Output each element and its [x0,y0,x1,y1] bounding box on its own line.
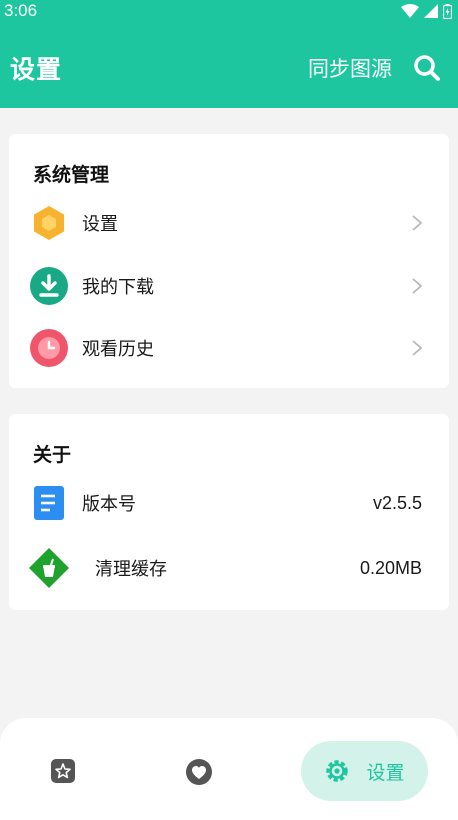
cache-size-value: 0.20MB [359,557,422,578]
wifi-icon [401,4,419,18]
heart-icon [185,758,212,785]
chevron-right-icon [412,215,423,231]
header: 3:06 设置 同步图源 [0,0,458,108]
search-button[interactable] [412,53,442,83]
sync-sources-button[interactable]: 同步图源 [308,53,392,83]
gear-icon [326,760,349,782]
status-bar: 3:06 [0,0,458,22]
chevron-right-icon [412,340,423,356]
watch-history-row[interactable]: 观看历史 [9,320,449,376]
nav-likes-button[interactable] [185,758,212,785]
version-row[interactable]: 版本号 v2.5.5 [9,475,449,531]
app-bar: 设置 同步图源 [0,40,458,96]
clock-history-icon [29,328,69,368]
search-icon [414,55,440,81]
star-icon [51,759,75,783]
download-icon [29,266,69,306]
status-icons [401,3,452,19]
status-time: 3:06 [4,1,38,20]
system-management-card: 系统管理 设置 我的下载 观看历史 [9,134,449,388]
version-value: v2.5.5 [372,492,422,513]
app-bar-actions: 同步图源 [308,53,442,83]
document-icon [29,483,69,523]
section-title-system: 系统管理 [33,164,110,186]
nav-favorites-button[interactable] [50,758,76,784]
clear-cache-label: 清理缓存 [95,559,167,580]
broom-icon [29,548,69,588]
hexagon-settings-icon [29,203,69,243]
downloads-row[interactable]: 我的下载 [9,258,449,314]
settings-row[interactable]: 设置 [9,195,449,251]
watch-history-label: 观看历史 [82,339,154,360]
downloads-label: 我的下载 [82,277,154,298]
about-card: 关于 版本号 v2.5.5 清理缓存 0.20MB [9,414,449,610]
bottom-navigation: 设置 [0,718,458,820]
settings-label: 设置 [82,214,118,235]
battery-icon [443,3,452,19]
chevron-right-icon [412,278,423,294]
clear-cache-row[interactable]: 清理缓存 0.20MB [9,540,449,596]
version-label: 版本号 [82,494,136,515]
signal-icon [424,4,438,18]
section-title-about: 关于 [33,444,72,466]
nav-settings-label: 设置 [366,761,405,784]
nav-settings-button[interactable]: 设置 [301,741,428,801]
page-title: 设置 [10,55,63,84]
